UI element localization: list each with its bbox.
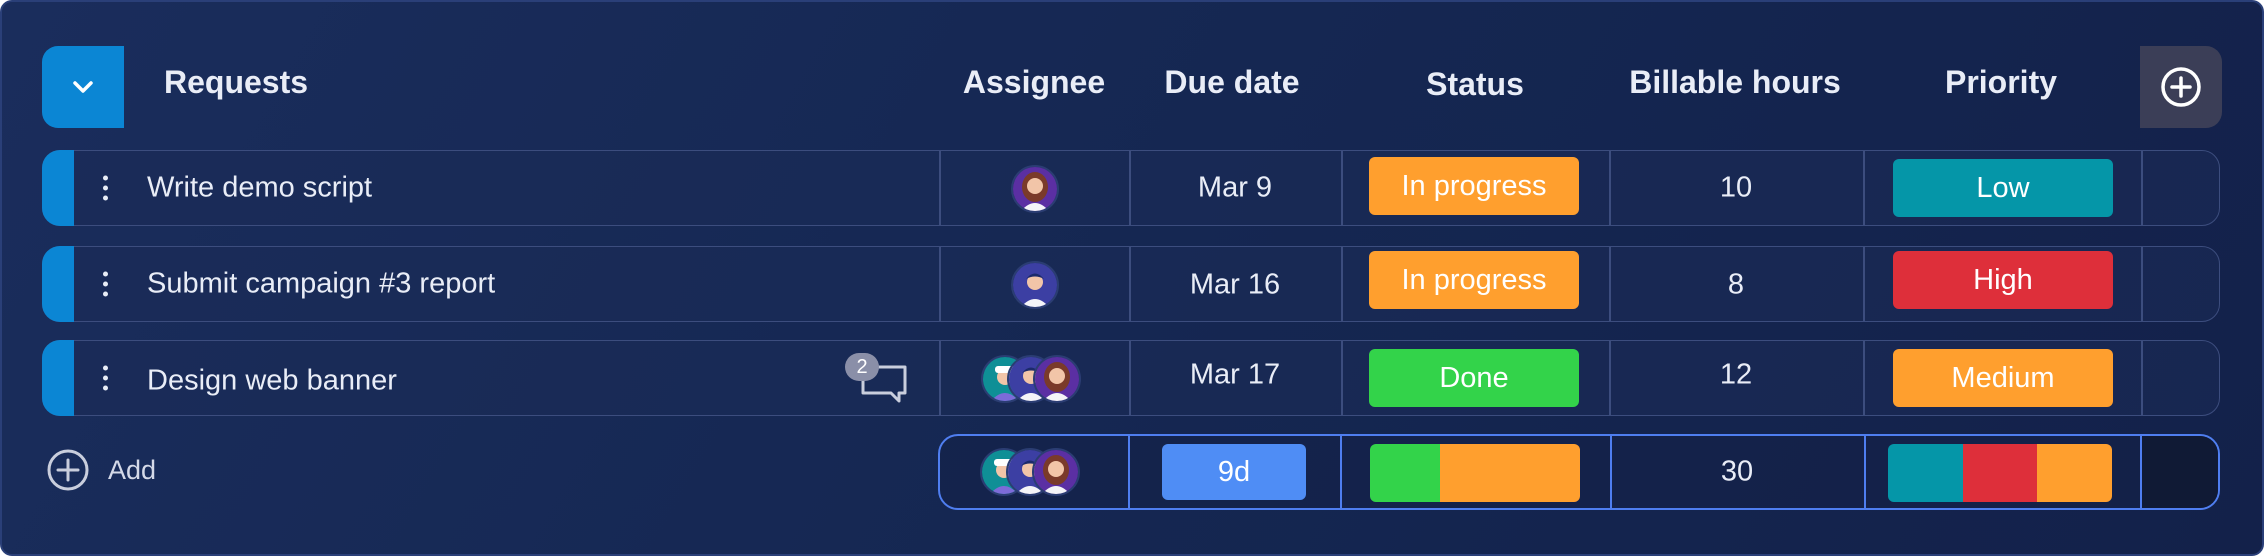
priority-summary-segment (1888, 444, 1963, 502)
column-header-status[interactable]: Status (1342, 66, 1608, 103)
table-row[interactable]: Design web banner 2 Mar 17 Done 12 Mediu… (42, 340, 2220, 416)
summary-row: 9d 30 (938, 434, 2220, 510)
row-menu-icon[interactable] (103, 271, 108, 297)
row-color-indicator (42, 150, 74, 226)
add-item-label: Add (108, 454, 157, 485)
avatar-woman-purple-icon (1013, 167, 1057, 211)
billable-hours[interactable]: 10 (1609, 172, 1863, 205)
billable-hours[interactable]: 12 (1609, 359, 1863, 392)
priority-summary-segment (2037, 444, 2112, 502)
task-name[interactable]: Submit campaign #3 report (147, 268, 495, 301)
priority-badge[interactable]: High (1893, 251, 2113, 309)
avatar-woman-purple-icon (1035, 357, 1079, 401)
avatar[interactable] (1011, 261, 1059, 309)
avatar[interactable] (1011, 165, 1059, 213)
row-color-indicator (42, 340, 74, 416)
task-name[interactable]: Design web banner (147, 365, 397, 398)
avatar-man-blue-icon (1013, 263, 1057, 307)
status-summary-segment (1439, 444, 1580, 502)
task-name[interactable]: Write demo script (147, 172, 372, 205)
priority-summary-bar[interactable] (1888, 444, 2112, 502)
avatar[interactable] (1032, 448, 1080, 496)
status-badge[interactable]: In progress (1369, 251, 1579, 309)
group-title: Requests (164, 64, 309, 100)
row-menu-icon[interactable] (103, 365, 108, 391)
requests-board: Requests Assignee Due date Status Billab… (0, 0, 2264, 556)
status-summary-segment (1370, 444, 1440, 502)
plus-circle-icon (47, 449, 89, 491)
due-date[interactable]: Mar 9 (1129, 172, 1341, 205)
comments-indicator[interactable]: 2 (845, 353, 911, 403)
avatar[interactable] (1033, 355, 1081, 403)
priority-badge[interactable]: Low (1893, 159, 2113, 217)
collapse-group-button[interactable] (42, 46, 124, 128)
priority-badge[interactable]: Medium (1893, 349, 2113, 407)
add-item-button[interactable]: Add (46, 448, 156, 492)
add-column-button[interactable] (2140, 46, 2222, 128)
due-date[interactable]: Mar 17 (1129, 359, 1341, 392)
avatar-woman-purple-icon (1034, 450, 1078, 494)
comment-count-badge: 2 (845, 353, 879, 381)
table-row[interactable]: Submit campaign #3 report Mar 16 In prog… (42, 246, 2220, 322)
billable-hours-total: 30 (1720, 455, 1754, 488)
column-header-assignee[interactable]: Assignee (950, 64, 1118, 101)
priority-summary-segment (1962, 444, 2038, 502)
row-color-indicator (42, 246, 74, 322)
status-badge[interactable]: Done (1369, 349, 1579, 407)
row-menu-icon[interactable] (103, 175, 108, 201)
column-header-priority[interactable]: Priority (1862, 64, 2140, 101)
due-date[interactable]: Mar 16 (1129, 269, 1341, 302)
column-header-due-date[interactable]: Due date (1128, 64, 1336, 101)
due-date-span-badge[interactable]: 9d (1162, 444, 1306, 500)
chevron-down-icon (73, 81, 93, 93)
column-header-billable-hours[interactable]: Billable hours (1608, 64, 1862, 101)
billable-hours[interactable]: 8 (1609, 269, 1863, 302)
plus-circle-icon (2161, 67, 2201, 107)
status-badge[interactable]: In progress (1369, 157, 1579, 215)
status-summary-bar[interactable] (1370, 444, 1580, 502)
table-row[interactable]: Write demo script Mar 9 In progress 10 L… (42, 150, 2220, 226)
